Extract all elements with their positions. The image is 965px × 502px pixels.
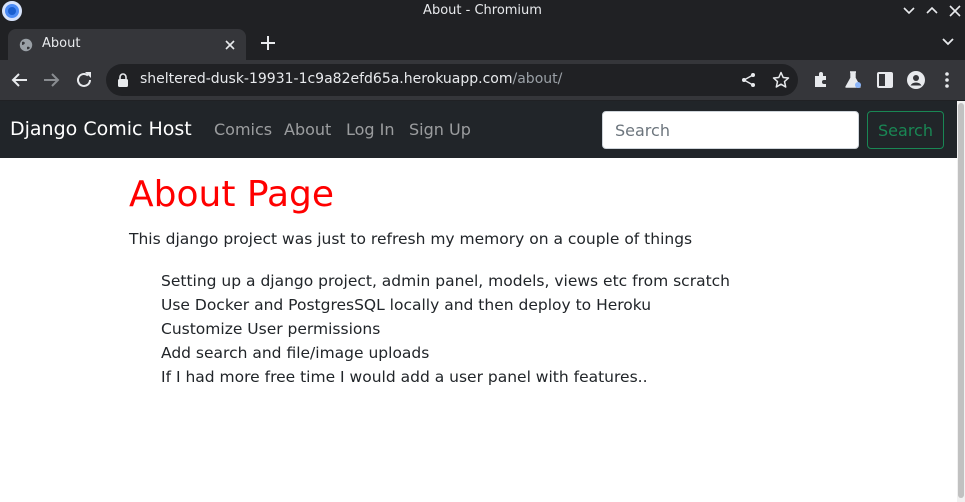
address-bar[interactable]: sheltered-dusk-19931-1c9a82efd65a.heroku… <box>106 64 798 96</box>
page-scrollbar[interactable] <box>957 101 965 502</box>
browser-menu-icon[interactable] <box>937 70 957 90</box>
nav-link-login[interactable]: Log In <box>346 120 395 139</box>
reload-icon[interactable] <box>73 69 95 91</box>
search-input[interactable] <box>602 111 859 149</box>
lock-icon[interactable] <box>117 73 129 87</box>
minimize-icon[interactable] <box>900 2 918 20</box>
list-item: Setting up a django project, admin panel… <box>161 272 730 290</box>
globe-icon <box>19 38 33 52</box>
feature-list: Setting up a django project, admin panel… <box>129 269 909 389</box>
close-window-icon[interactable] <box>946 2 964 20</box>
list-item: Customize User permissions <box>161 320 381 338</box>
profile-avatar-icon[interactable] <box>906 70 926 90</box>
maximize-icon[interactable] <box>923 2 941 20</box>
url-host: sheltered-dusk-19931-1c9a82efd65a.heroku… <box>140 71 513 87</box>
list-item: If I had more free time I would add a us… <box>161 368 648 386</box>
bookmark-star-icon[interactable] <box>772 71 790 89</box>
tab-title: About <box>42 36 81 51</box>
list-item: Use Docker and PostgresSQL locally and t… <box>161 296 652 314</box>
list-item: Add search and file/image uploads <box>161 344 430 362</box>
side-panel-icon[interactable] <box>875 70 895 90</box>
site-navbar: Django Comic Host Comics About Log In Si… <box>0 101 957 158</box>
search-button[interactable]: Search <box>867 111 944 149</box>
nav-link-comics[interactable]: Comics <box>214 120 272 139</box>
url-text[interactable]: sheltered-dusk-19931-1c9a82efd65a.heroku… <box>140 71 562 87</box>
nav-link-signup[interactable]: Sign Up <box>409 120 471 139</box>
main-content: About Page This django project was just … <box>129 173 909 389</box>
web-page: Django Comic Host Comics About Log In Si… <box>0 101 965 502</box>
extensions-puzzle-icon[interactable] <box>811 70 831 90</box>
share-icon[interactable] <box>740 71 758 89</box>
url-path: /about/ <box>512 71 563 87</box>
site-brand-link[interactable]: Django Comic Host <box>10 118 192 140</box>
labs-flask-icon[interactable] <box>843 70 863 90</box>
window-title: About - Chromium <box>423 3 542 18</box>
forward-icon[interactable] <box>40 69 62 91</box>
tab-about[interactable]: About <box>8 29 246 60</box>
browser-toolbar: sheltered-dusk-19931-1c9a82efd65a.heroku… <box>0 60 965 101</box>
nav-link-about[interactable]: About <box>284 120 331 139</box>
tab-search-chevron-icon[interactable] <box>939 33 957 51</box>
page-title: About Page <box>129 174 335 215</box>
window-titlebar: About - Chromium <box>0 0 965 24</box>
tab-strip: About <box>0 24 965 60</box>
back-icon[interactable] <box>9 69 31 91</box>
intro-text: This django project was just to refresh … <box>129 230 693 248</box>
scrollbar-thumb[interactable] <box>958 103 964 498</box>
close-tab-icon[interactable] <box>222 37 238 53</box>
new-tab-icon[interactable] <box>258 33 278 53</box>
